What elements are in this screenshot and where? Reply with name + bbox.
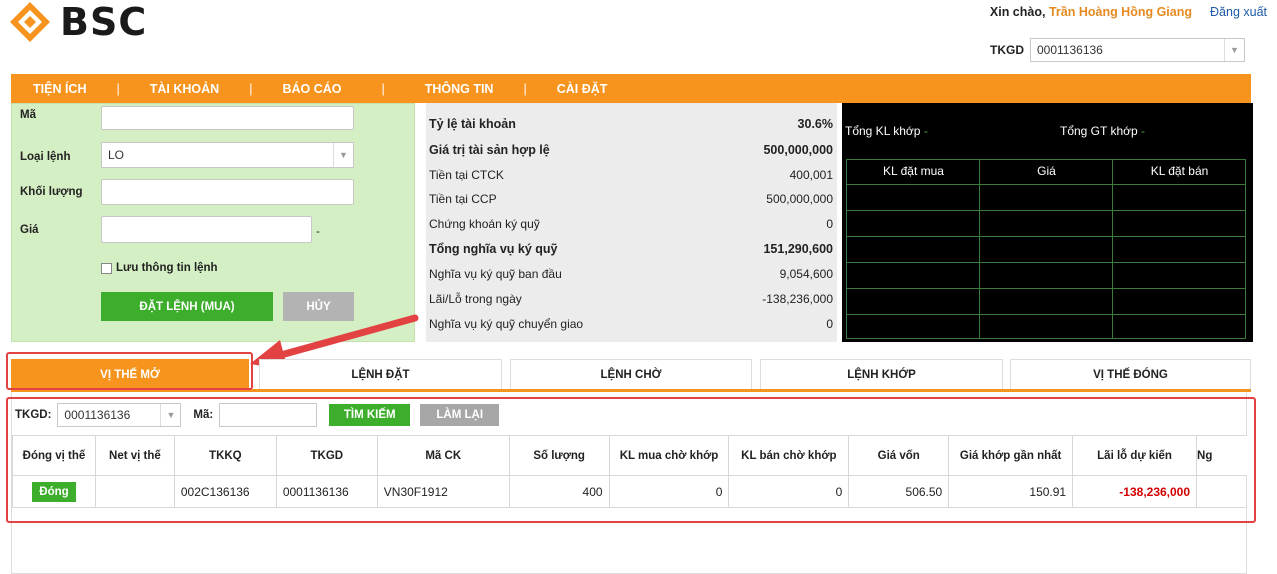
account-row-label: Chứng khoán ký quỹ xyxy=(429,217,540,231)
order-book-grid: KL đặt mua Giá KL đặt bán xyxy=(846,159,1246,339)
nav-separator: | xyxy=(249,81,253,96)
total-value-value: - xyxy=(1141,124,1146,138)
total-value: Tổng GT khớp - xyxy=(1060,124,1145,138)
grid-divider xyxy=(847,210,1245,211)
account-row-label: Tỷ lệ tài khoản xyxy=(429,117,516,131)
nav-item-cai-dat[interactable]: CÀI ĐẶT xyxy=(557,82,608,96)
grid-divider xyxy=(1112,160,1113,338)
nav-separator: | xyxy=(523,81,527,96)
account-row-label: Nghĩa vụ ký quỹ ban đầu xyxy=(429,267,562,281)
chevron-down-icon: ▼ xyxy=(1224,39,1244,61)
greeting-text: Xin chào, xyxy=(989,5,1046,19)
tab-lenh-cho[interactable]: LỆNH CHỜ xyxy=(510,359,752,390)
tab-lenh-dat[interactable]: LỆNH ĐẶT xyxy=(259,359,502,390)
account-row-value: 500,000,000 xyxy=(763,143,833,157)
grid-divider xyxy=(979,160,980,338)
account-row-value: 9,054,600 xyxy=(779,267,833,281)
total-value-label: Tổng GT khớp xyxy=(1060,124,1138,138)
account-row: Tổng nghĩa vụ ký quỹ 151,290,600 xyxy=(429,242,833,256)
gia-suffix: - xyxy=(316,226,320,238)
nav-item-thong-tin[interactable]: THÔNG TIN xyxy=(425,82,494,96)
grid-divider xyxy=(847,184,1245,185)
account-summary-panel: Tỷ lệ tài khoản 30.6% Giá trị tài sản hợp… xyxy=(426,103,837,342)
tab-highlight-box xyxy=(6,352,253,390)
panel-highlight-box xyxy=(6,397,1256,523)
account-row-value: 400,001 xyxy=(789,168,833,182)
account-row-value: 0 xyxy=(826,217,833,231)
checkbox-icon xyxy=(101,262,112,274)
user-greeting: Xin chào, Trần Hoàng Hồng Giang Đăng xuấ… xyxy=(990,5,1267,19)
account-row-value: 0 xyxy=(826,317,833,331)
chevron-down-icon: ▼ xyxy=(333,143,353,167)
account-row-value: -138,236,000 xyxy=(762,292,833,306)
ma-input[interactable] xyxy=(101,106,354,130)
loai-lenh-label: Loại lệnh xyxy=(20,151,71,163)
tab-lenh-khop[interactable]: LỆNH KHỚP xyxy=(760,359,1003,390)
loai-lenh-value: LO xyxy=(108,148,125,162)
khoi-luong-label: Khối lượng xyxy=(20,186,83,198)
save-order-label: Lưu thông tin lệnh xyxy=(116,262,218,274)
tkgd-label: TKGD xyxy=(990,43,1024,57)
account-row: Tỷ lệ tài khoản 30.6% xyxy=(429,117,833,131)
col-sell-header: KL đặt bán xyxy=(1150,164,1209,178)
tkgd-select[interactable]: 0001136136 ▼ xyxy=(1030,38,1245,62)
account-row: Nghĩa vụ ký quỹ chuyển giao 0 xyxy=(429,317,833,331)
gia-input[interactable] xyxy=(101,216,312,243)
account-row: Lãi/Lỗ trong ngày -138,236,000 xyxy=(429,292,833,306)
grid-divider xyxy=(847,314,1245,315)
ma-label: Mã xyxy=(20,109,36,121)
col-price-header: Giá xyxy=(1037,164,1056,178)
account-row: Chứng khoán ký quỹ 0 xyxy=(429,217,833,231)
gia-label: Giá xyxy=(20,224,39,236)
nav-separator: | xyxy=(381,81,385,96)
user-name: Trần Hoàng Hồng Giang xyxy=(1048,5,1193,19)
logo-diamond-icon xyxy=(10,2,50,42)
account-row: Nghĩa vụ ký quỹ ban đầu 9,054,600 xyxy=(429,267,833,281)
grid-divider xyxy=(847,236,1245,237)
account-row-label: Nghĩa vụ ký quỹ chuyển giao xyxy=(429,317,584,331)
market-depth-panel: Tổng KL khớp - Tổng GT khớp - KL đặt mua… xyxy=(842,103,1253,342)
logout-link[interactable]: Đăng xuất xyxy=(1210,5,1267,19)
nav-item-tai-khoan[interactable]: TÀI KHOẢN xyxy=(150,82,219,96)
account-row-value: 500,000,000 xyxy=(766,192,833,206)
tab-vi-the-dong[interactable]: VỊ THẾ ĐÓNG xyxy=(1010,359,1251,390)
nav-item-tien-ich[interactable]: TIỆN ÍCH xyxy=(33,82,86,96)
tkgd-account-selector: TKGD 0001136136 ▼ xyxy=(990,38,1245,62)
account-row-label: Tiền tại CCP xyxy=(429,192,497,206)
account-row-value: 30.6% xyxy=(797,117,833,131)
account-row: Tiền tại CTCK 400,001 xyxy=(429,168,833,182)
account-row-label: Tổng nghĩa vụ ký quỹ xyxy=(429,242,558,256)
account-row-value: 151,290,600 xyxy=(763,242,833,256)
nav-item-bao-cao[interactable]: BÁO CÁO xyxy=(282,82,341,96)
khoi-luong-input[interactable] xyxy=(101,179,354,205)
account-row: Tiền tại CCP 500,000,000 xyxy=(429,192,833,206)
save-order-checkbox[interactable]: Lưu thông tin lệnh xyxy=(101,262,218,274)
total-volume: Tổng KL khớp - xyxy=(845,124,928,138)
nav-separator: | xyxy=(116,81,120,96)
total-volume-value: - xyxy=(923,124,928,138)
grid-divider xyxy=(847,262,1245,263)
main-nav: TIỆN ÍCH | TÀI KHOẢN | BÁO CÁO | THÔNG T… xyxy=(11,74,1251,103)
account-row-label: Tiền tại CTCK xyxy=(429,168,504,182)
tkgd-select-value: 0001136136 xyxy=(1037,43,1103,57)
account-row: Giá trị tài sản hợp lệ 500,000,000 xyxy=(429,143,833,157)
col-buy-header: KL đặt mua xyxy=(883,164,944,178)
account-row-label: Lãi/Lỗ trong ngày xyxy=(429,292,522,306)
total-volume-label: Tổng KL khớp xyxy=(845,124,921,138)
account-row-label: Giá trị tài sản hợp lệ xyxy=(429,143,550,157)
grid-divider xyxy=(847,288,1245,289)
logo-text: BSC xyxy=(60,0,148,44)
brand-logo: BSC xyxy=(8,0,147,44)
loai-lenh-select[interactable]: LO ▼ xyxy=(101,142,354,168)
